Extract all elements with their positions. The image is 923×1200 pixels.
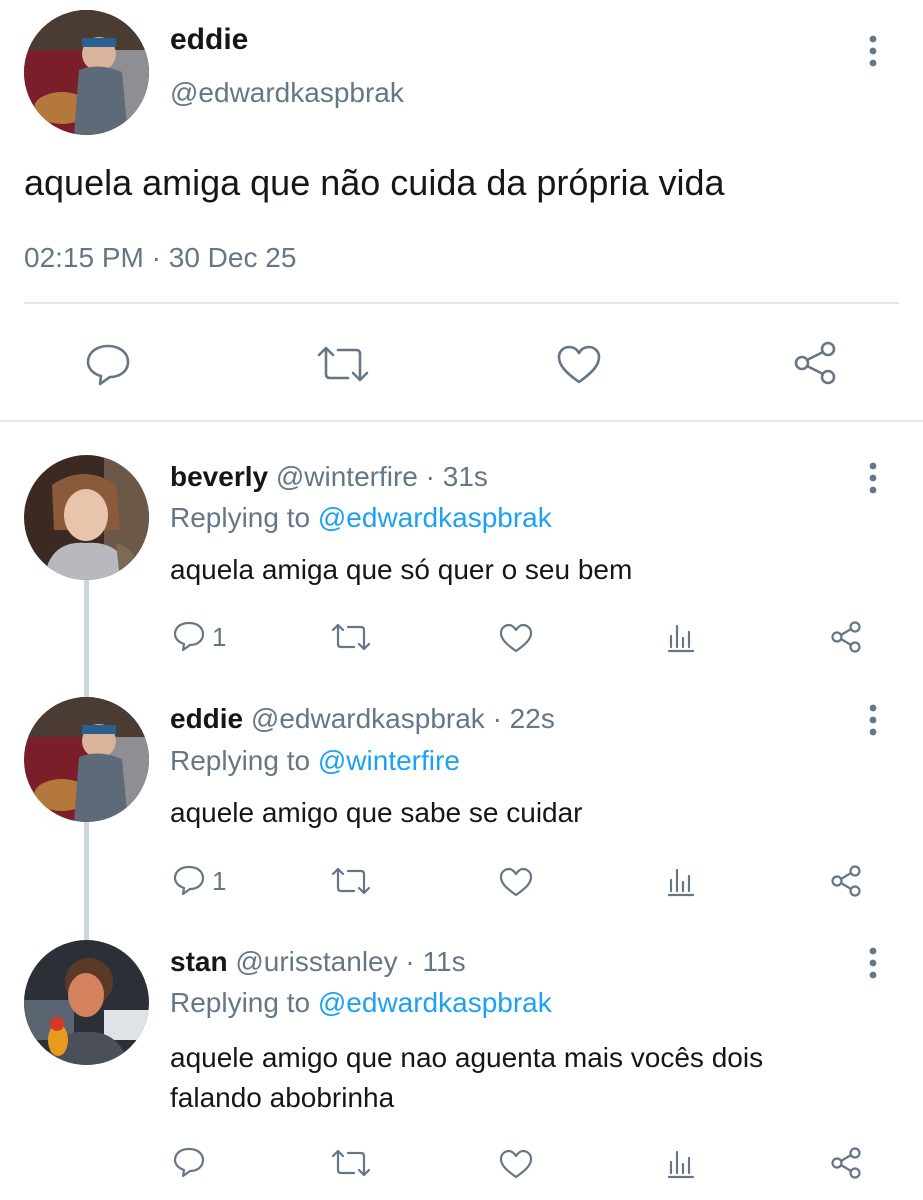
avatar-stan[interactable] [24, 940, 149, 1065]
tweet-text: aquela amiga que não cuida da própria vi… [24, 162, 725, 203]
heart-icon [499, 867, 533, 897]
replying-to-label: Replying to [170, 745, 311, 776]
divider [24, 302, 899, 304]
replying-to: Replying to @edwardkaspbrak [170, 985, 552, 1021]
more-options-icon [869, 947, 877, 979]
reply-author-name[interactable]: eddie [170, 703, 243, 734]
reply-author-name[interactable]: beverly [170, 461, 268, 492]
timestamp-separator: · [151, 242, 161, 273]
retweet-icon [331, 867, 371, 895]
retweet-icon [331, 1149, 371, 1177]
divider [0, 420, 923, 422]
analytics-button[interactable] [666, 1148, 696, 1180]
thread-line [84, 822, 89, 940]
reply-button[interactable] [172, 864, 206, 896]
replying-to: Replying to @winterfire [170, 743, 460, 779]
reply-text-line: aquele amigo que nao aguenta mais vocês … [170, 1042, 764, 1073]
share-button[interactable] [790, 340, 840, 386]
share-button[interactable] [828, 620, 864, 654]
reply-header: beverly @winterfire · 31s [170, 459, 488, 495]
retweet-icon [317, 346, 369, 382]
share-icon [794, 341, 836, 385]
reply-author-handle[interactable]: @urisstanley [235, 946, 397, 977]
reply-author-handle[interactable]: @winterfire [276, 461, 418, 492]
retweet-button[interactable] [330, 866, 372, 896]
reply-text: aquele amigo que nao aguenta mais vocês … [170, 1038, 763, 1118]
reply-header: eddie @edwardkaspbrak · 22s [170, 701, 555, 737]
retweet-button[interactable] [330, 622, 372, 652]
author-name[interactable]: eddie [170, 22, 248, 58]
reply-time: · 31s [425, 461, 488, 492]
analytics-button[interactable] [666, 866, 696, 898]
more-options-button[interactable] [860, 946, 886, 980]
reply-header: stan @urisstanley · 11s [170, 944, 466, 980]
replying-to-link[interactable]: @edwardkaspbrak [318, 987, 552, 1018]
reply-icon [173, 1147, 205, 1178]
avatar-beverly[interactable] [24, 455, 149, 580]
replying-to-label: Replying to [170, 502, 311, 533]
avatar-eddie[interactable] [24, 10, 149, 135]
heart-icon [499, 623, 533, 653]
reply-author-handle[interactable]: @edwardkaspbrak [251, 703, 485, 734]
more-options-button[interactable] [860, 34, 886, 68]
tweet-date: 30 Dec 25 [168, 242, 297, 273]
reply-count: 1 [212, 622, 227, 652]
like-button[interactable] [555, 343, 603, 385]
reply-button[interactable] [172, 620, 206, 652]
reply-time: · 22s [492, 703, 555, 734]
avatar-eddie[interactable] [24, 697, 149, 822]
replying-to-link[interactable]: @winterfire [318, 745, 460, 776]
reply-button[interactable] [172, 1146, 206, 1178]
heart-icon [557, 345, 601, 384]
reply-text-line: falando abobrinha [170, 1082, 395, 1113]
reply-icon [86, 344, 130, 386]
share-button[interactable] [828, 1146, 864, 1180]
thread-line [84, 580, 89, 698]
more-options-button[interactable] [860, 461, 886, 495]
heart-icon [499, 1149, 533, 1179]
tweet-time: 02:15 PM [24, 242, 144, 273]
reply-author-name[interactable]: stan [170, 946, 228, 977]
more-options-icon [869, 35, 877, 67]
replying-to: Replying to @edwardkaspbrak [170, 500, 552, 536]
share-button[interactable] [828, 864, 864, 898]
analytics-button[interactable] [666, 622, 696, 654]
replying-to-link[interactable]: @edwardkaspbrak [318, 502, 552, 533]
like-button[interactable] [498, 1148, 534, 1180]
retweet-button[interactable] [315, 344, 371, 384]
reply-icon [173, 621, 205, 652]
tweet-timestamp: 02:15 PM · 30 Dec 25 [24, 240, 296, 276]
share-icon [831, 1147, 861, 1179]
reply-icon [173, 865, 205, 896]
like-button[interactable] [498, 622, 534, 654]
reply-button[interactable] [84, 342, 132, 386]
reply-text: aquela amiga que só quer o seu bem [170, 554, 633, 585]
author-handle[interactable]: @edwardkaspbrak [170, 76, 404, 110]
share-icon [831, 865, 861, 897]
analytics-icon [667, 624, 695, 653]
retweet-button[interactable] [330, 1148, 372, 1178]
more-options-icon [869, 462, 877, 494]
reply-text: aquele amigo que sabe se cuidar [170, 797, 583, 828]
more-options-button[interactable] [860, 703, 886, 737]
replying-to-label: Replying to [170, 987, 311, 1018]
reply-count: 1 [212, 866, 227, 896]
share-icon [831, 621, 861, 653]
reply-time: · 11s [405, 946, 466, 977]
retweet-icon [331, 623, 371, 651]
like-button[interactable] [498, 866, 534, 898]
analytics-icon [667, 1150, 695, 1179]
more-options-icon [869, 704, 877, 736]
analytics-icon [667, 868, 695, 897]
